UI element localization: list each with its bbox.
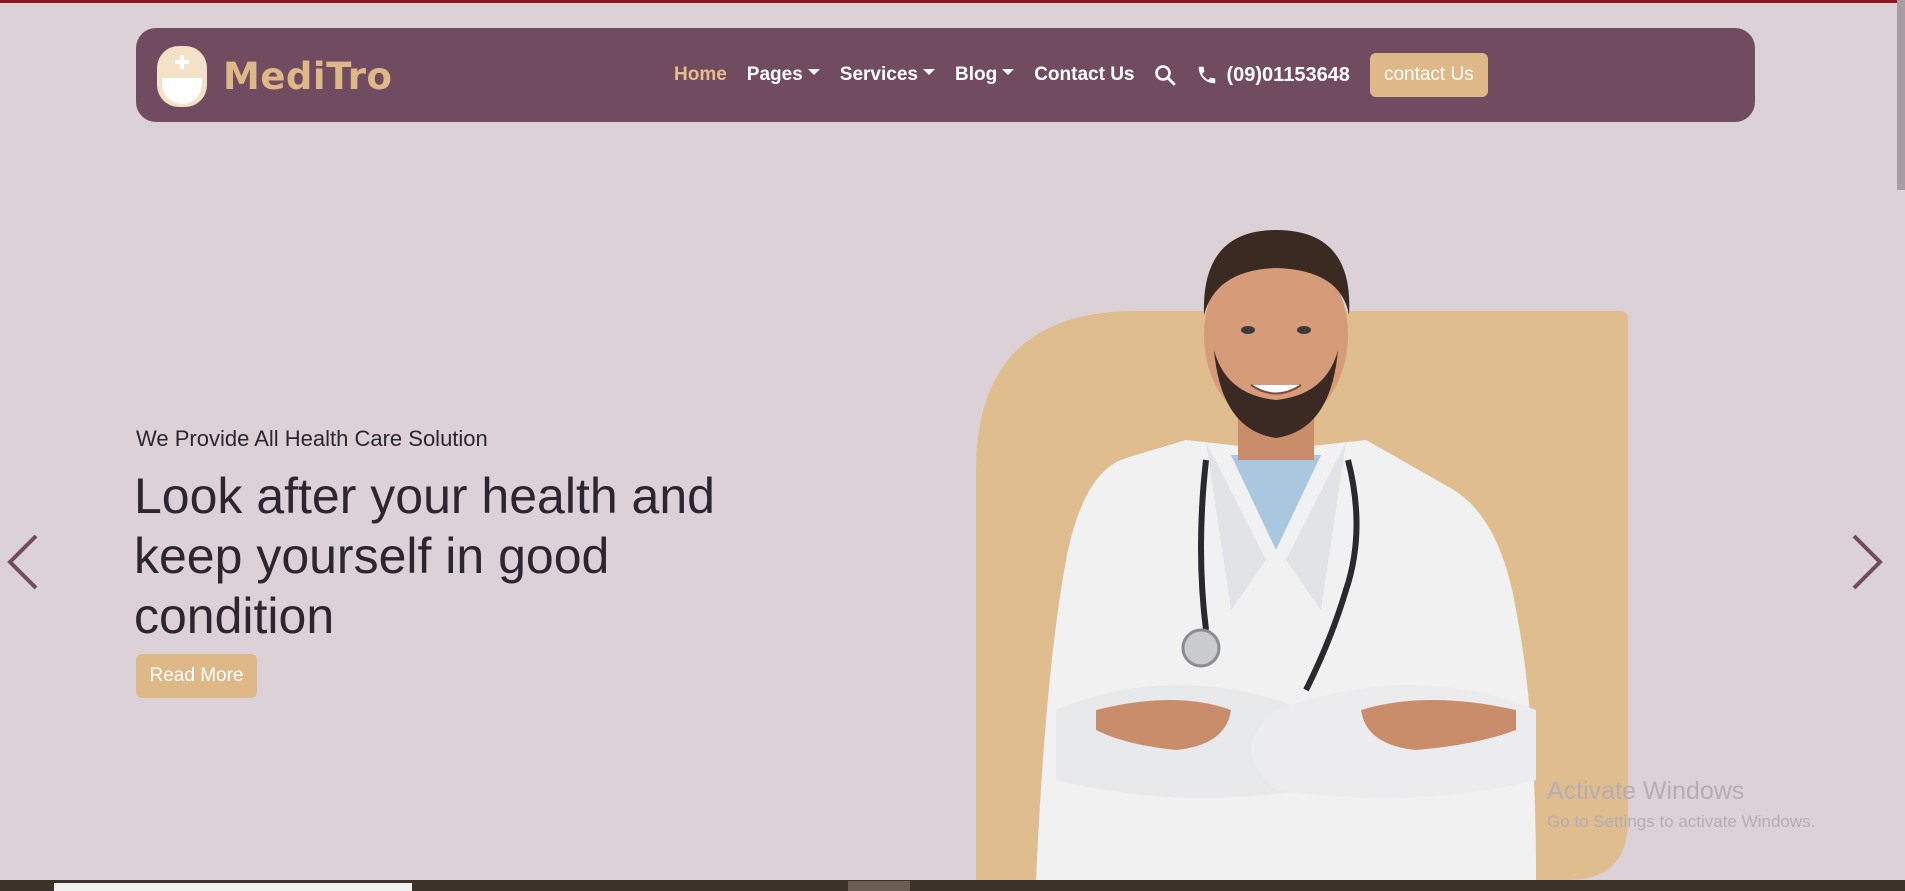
nav-home[interactable]: Home	[674, 64, 727, 86]
chevron-down-icon	[922, 69, 935, 75]
nav-home-label: Home	[674, 64, 727, 85]
navbar: MediTro Home Pages Services Blog Contact…	[136, 28, 1755, 122]
nav-pages-label: Pages	[746, 64, 803, 85]
doctor-hero-image	[976, 190, 1630, 880]
taskbar-app-icon[interactable]	[848, 881, 910, 891]
search-icon[interactable]	[1154, 64, 1176, 86]
phone-number: (09)01153648	[1226, 63, 1350, 86]
watermark-subtitle: Go to Settings to activate Windows.	[1547, 812, 1816, 831]
nav-services-label: Services	[839, 64, 918, 85]
top-accent-bar	[0, 0, 1905, 3]
watermark-title: Activate Windows	[1547, 777, 1745, 805]
contact-us-button[interactable]: contact Us	[1369, 53, 1488, 97]
phone-icon	[1196, 64, 1218, 86]
taskbar-search-box[interactable]	[54, 883, 412, 891]
logo-icon	[157, 46, 207, 107]
chevron-down-icon	[1002, 69, 1015, 75]
nav-blog-label: Blog	[954, 64, 998, 85]
windows-activation-watermark: Activate Windows Go to Settings to activ…	[1547, 777, 1815, 832]
chevron-left-icon[interactable]	[2, 530, 42, 594]
scrollbar-thumb[interactable]	[1897, 0, 1905, 190]
main-nav: Home Pages Services Blog Contact Us (09)…	[674, 28, 1488, 122]
chevron-right-icon[interactable]	[1848, 530, 1888, 594]
nav-contact-us[interactable]: Contact Us	[1034, 64, 1134, 86]
nav-blog[interactable]: Blog	[954, 64, 1015, 86]
logo[interactable]: MediTro	[157, 46, 392, 107]
hero-title: Look after your health and keep yourself…	[134, 468, 715, 644]
chevron-down-icon	[807, 69, 820, 75]
nav-pages[interactable]: Pages	[747, 64, 820, 86]
nav-services[interactable]: Services	[840, 64, 935, 86]
nav-contact-us-label: Contact Us	[1034, 64, 1135, 85]
phone-link[interactable]: (09)01153648	[1196, 63, 1350, 87]
read-more-button[interactable]: Read More	[136, 654, 257, 698]
brand-name: MediTro	[223, 55, 393, 98]
hero-subtitle: We Provide All Health Care Solution	[136, 426, 488, 451]
